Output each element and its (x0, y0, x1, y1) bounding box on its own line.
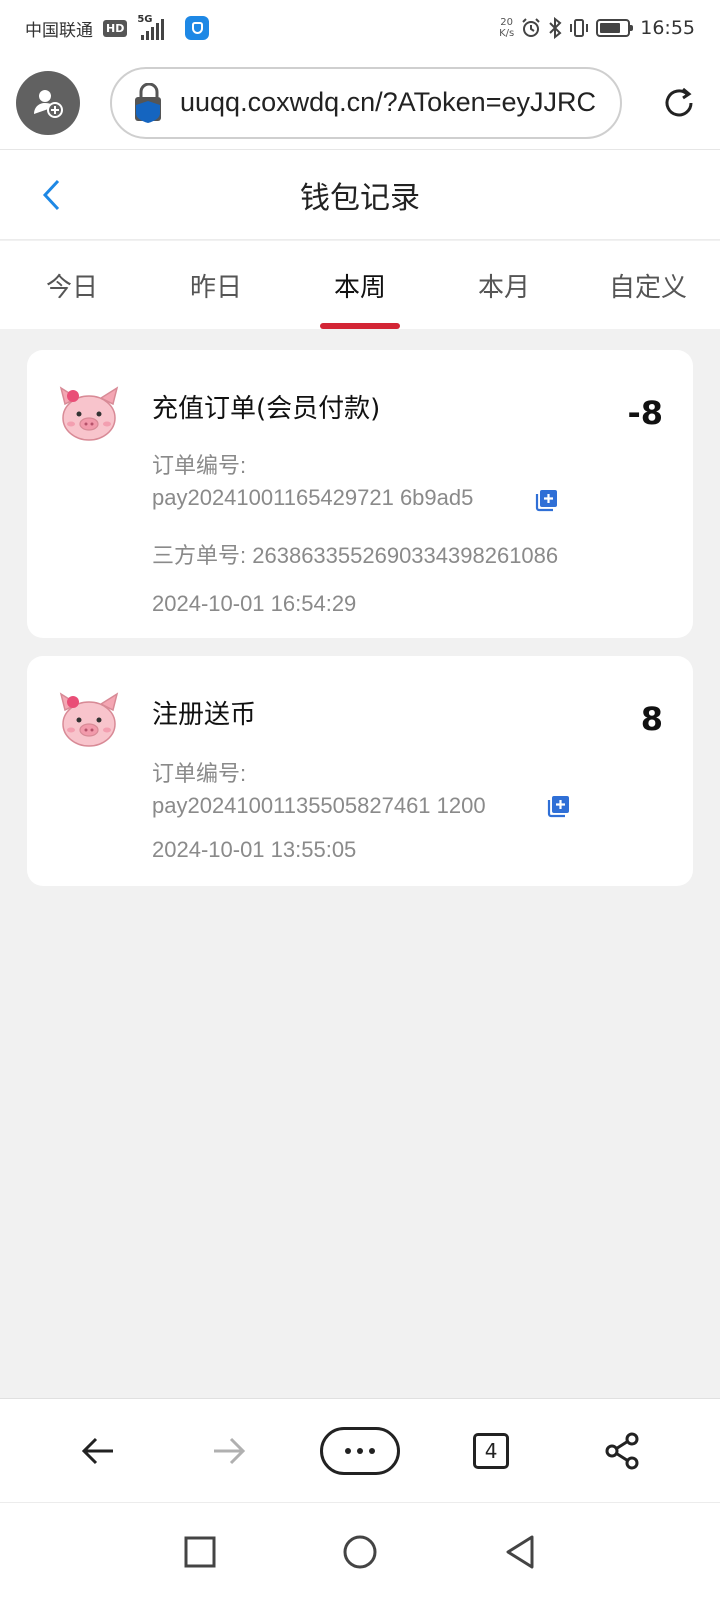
browser-address-bar: uuqq.coxwdq.cn/?AToken=eyJJRC (0, 56, 720, 150)
url-field[interactable]: uuqq.coxwdq.cn/?AToken=eyJJRC (110, 66, 622, 139)
browser-toolbar: 4 (0, 1398, 720, 1502)
record-title: 充值订单(会员付款) (152, 394, 381, 424)
vibrate-icon (570, 19, 589, 37)
page-header: 钱包记录 (0, 150, 720, 240)
third-party-label: 三方单号: (152, 543, 247, 568)
pig-avatar-icon (59, 386, 119, 441)
url-text: uuqq.coxwdq.cn/?AToken=eyJJRC (180, 87, 596, 117)
record-datetime: 2024-10-01 13:55:05 (152, 837, 357, 862)
tab-today[interactable]: 今日 (0, 241, 144, 329)
list-item: 充值订单(会员付款) -8 订单编号: pay20241001165429721… (27, 350, 693, 638)
tab-count: 4 (473, 1432, 510, 1469)
record-amount: -8 (627, 394, 663, 432)
share-button[interactable] (582, 1421, 662, 1481)
signal-icon: 5G (137, 14, 175, 40)
network-speed: 20 K/s (499, 17, 514, 39)
reload-button[interactable] (654, 78, 704, 128)
recents-button[interactable] (170, 1522, 230, 1582)
system-navigation-bar (0, 1502, 720, 1600)
back-button[interactable] (58, 1421, 138, 1481)
third-party-number-row: 三方单号: 2638633552690334398261086 (152, 540, 558, 572)
hd-badge: HD (103, 19, 128, 37)
arrow-right-icon (213, 1437, 245, 1464)
order-number-value: pay20241001135505827461 1200 (152, 793, 486, 818)
more-dot-icon (344, 1447, 351, 1454)
period-tabs: 今日 昨日 本周 本月 自定义 (0, 241, 720, 329)
record-title: 注册送币 (152, 700, 257, 730)
copy-icon[interactable] (535, 488, 559, 512)
order-number-block: 订单编号: pay20241001135505827461 1200 (152, 758, 486, 822)
more-menu-button[interactable] (319, 1426, 400, 1475)
square-icon (184, 1536, 216, 1567)
more-dot-icon (356, 1447, 363, 1454)
forward-button[interactable] (189, 1421, 269, 1481)
clock: 16:55 (640, 17, 695, 39)
back-button[interactable] (30, 172, 74, 218)
system-back-button[interactable] (490, 1522, 550, 1582)
carrier-label: 中国联通 (25, 20, 93, 41)
account-add-button[interactable] (16, 70, 80, 135)
more-dot-icon (368, 1447, 375, 1454)
list-item: 注册送币 8 订单编号: pay20241001135505827461 120… (27, 656, 693, 886)
network-speed-unit: K/s (499, 28, 515, 39)
circle-icon (343, 1535, 377, 1568)
bluetooth-icon (549, 17, 562, 39)
order-number-label: 订单编号: (152, 761, 247, 786)
third-party-value: 2638633552690334398261086 (252, 543, 559, 568)
tab-this-week[interactable]: 本周 (288, 241, 432, 329)
arrow-left-icon (81, 1437, 113, 1464)
pig-avatar-icon (59, 692, 119, 747)
network-speed-value: 20 (500, 17, 514, 28)
tab-yesterday[interactable]: 昨日 (144, 241, 288, 329)
tabs-button[interactable]: 4 (451, 1421, 531, 1481)
order-number-block: 订单编号: pay20241001165429721 6b9ad5 (152, 450, 473, 514)
status-bar: 中国联通 HD 5G 20 K/s 16:55 (0, 0, 720, 56)
triangle-back-icon (506, 1535, 534, 1568)
order-number-label: 订单编号: (152, 453, 247, 478)
reload-icon (665, 87, 693, 116)
tab-custom[interactable]: 自定义 (576, 241, 720, 329)
page-title: 钱包记录 (300, 180, 420, 216)
copy-icon[interactable] (547, 794, 571, 818)
back-chevron-icon (42, 179, 60, 211)
alarm-icon (522, 18, 540, 37)
share-icon (605, 1432, 639, 1469)
record-datetime: 2024-10-01 16:54:29 (152, 591, 357, 616)
lock-shield-icon (135, 82, 161, 123)
account-add-icon (34, 89, 63, 118)
record-amount: 8 (640, 700, 663, 738)
tab-this-month[interactable]: 本月 (432, 241, 576, 329)
home-button[interactable] (330, 1522, 390, 1582)
battery-icon (596, 19, 634, 37)
order-number-value: pay20241001165429721 6b9ad5 (152, 485, 474, 510)
security-app-icon (185, 16, 210, 40)
